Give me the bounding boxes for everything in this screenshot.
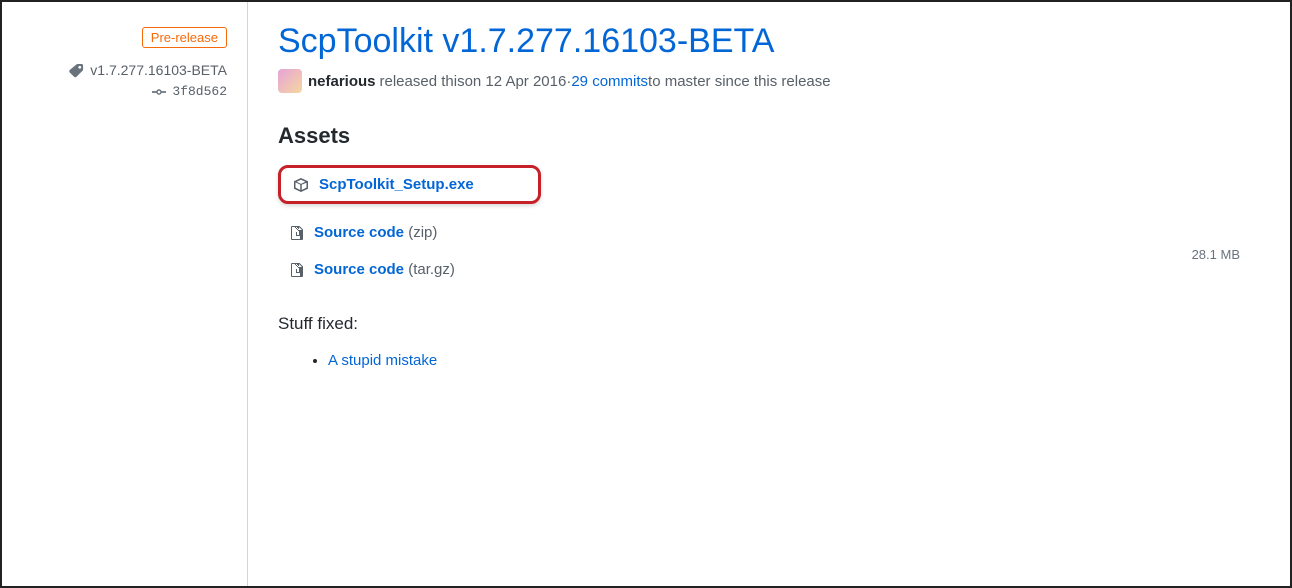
commits-trail: to master since this release (648, 73, 831, 90)
pre-release-badge: Pre-release (142, 27, 227, 48)
asset-row[interactable]: Source code (tar.gz) (278, 255, 1250, 284)
tag-icon (69, 63, 84, 78)
asset-name: Source code (314, 261, 404, 278)
release-meta: nefarious released this on 12 Apr 2016 ·… (278, 69, 1250, 93)
release-main: ScpToolkit v1.7.277.16103-BETA nefarious… (248, 2, 1290, 586)
notes-heading: Stuff fixed: (278, 314, 1250, 334)
package-icon (293, 177, 309, 193)
asset-ext: (zip) (404, 224, 437, 241)
release-title[interactable]: ScpToolkit v1.7.277.16103-BETA (278, 22, 1250, 61)
commit-sha: 3f8d562 (172, 84, 227, 99)
list-item: A stupid mistake (328, 352, 1250, 369)
assets-heading: Assets (278, 123, 1250, 149)
commit-icon (152, 85, 166, 99)
commits-link[interactable]: 29 commits (571, 73, 648, 90)
tag-row[interactable]: v1.7.277.16103-BETA (22, 62, 227, 78)
asset-ext: (tar.gz) (404, 261, 455, 278)
tag-name: v1.7.277.16103-BETA (90, 62, 227, 78)
asset-name: Source code (314, 224, 404, 241)
asset-row[interactable]: Source code (zip) (278, 218, 1250, 247)
release-sidebar: Pre-release v1.7.277.16103-BETA 3f8d562 (2, 2, 248, 586)
released-text: released this (380, 73, 465, 90)
asset-link-targz[interactable]: Source code (tar.gz) (314, 261, 455, 278)
note-link[interactable]: A stupid mistake (328, 352, 437, 369)
author-link[interactable]: nefarious (308, 73, 376, 90)
zip-icon (290, 262, 304, 278)
asset-link-exe[interactable]: ScpToolkit_Setup.exe (319, 176, 474, 193)
asset-size: 28.1 MB (1192, 247, 1240, 262)
asset-row-highlighted[interactable]: ScpToolkit_Setup.exe (278, 165, 541, 204)
notes-list: A stupid mistake (278, 352, 1250, 369)
avatar[interactable] (278, 69, 302, 93)
asset-link-zip[interactable]: Source code (zip) (314, 224, 437, 241)
release-date: on 12 Apr 2016 (465, 73, 567, 90)
zip-icon (290, 225, 304, 241)
commit-row[interactable]: 3f8d562 (22, 84, 227, 99)
